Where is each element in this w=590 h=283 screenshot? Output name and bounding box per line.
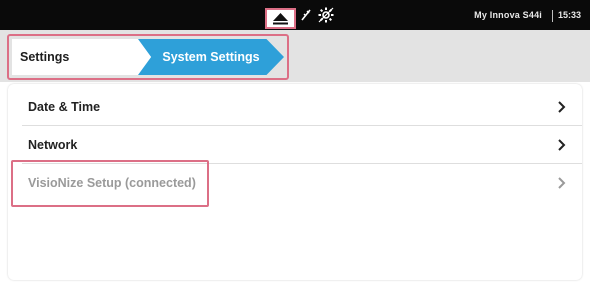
- breadcrumb-highlight-frame: [7, 34, 289, 80]
- chevron-right-icon: [558, 177, 566, 189]
- settings-gear-icon: [315, 0, 337, 30]
- menu-item-label: Date & Time: [28, 99, 101, 114]
- device-name: My Innova S44i: [474, 10, 542, 20]
- status-divider: [552, 10, 553, 22]
- chevron-right-icon: [558, 101, 566, 113]
- chevron-right-icon: [558, 139, 566, 151]
- eject-icon[interactable]: [265, 8, 296, 29]
- status-bar: My Innova S44i 15:33: [0, 0, 590, 30]
- menu-item-label: Network: [28, 137, 78, 152]
- menu-item-date-time[interactable]: Date & Time: [22, 88, 582, 126]
- clock: 15:33: [558, 10, 582, 20]
- visionize-highlight-frame: [11, 160, 209, 207]
- menu-item-network[interactable]: Network: [22, 126, 582, 164]
- usb-icon: [298, 0, 314, 30]
